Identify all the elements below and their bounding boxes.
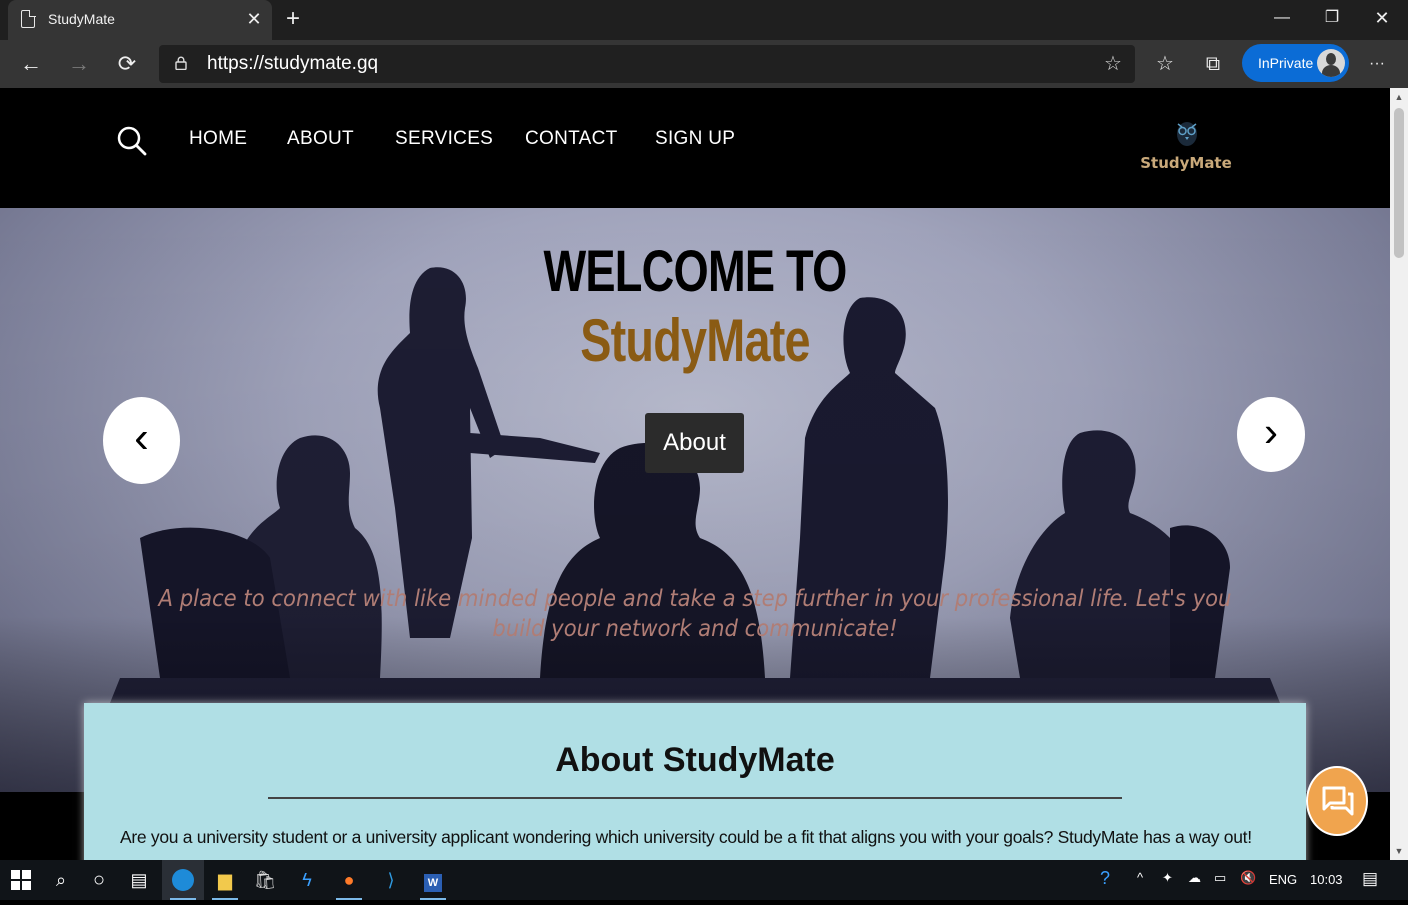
- forward-button[interactable]: →: [62, 48, 96, 80]
- browser-tab[interactable]: StudyMate ✕: [8, 0, 272, 40]
- page-icon: [21, 9, 36, 28]
- lock-icon[interactable]: [175, 56, 187, 70]
- help-tray-icon[interactable]: ?: [1100, 868, 1110, 889]
- vscode-icon[interactable]: ⟩: [370, 860, 412, 900]
- url-scheme: https://: [207, 53, 265, 74]
- more-menu-icon[interactable]: ···: [1360, 48, 1394, 80]
- refresh-button[interactable]: ⟳: [110, 48, 144, 80]
- new-tab-button[interactable]: +: [280, 6, 306, 32]
- chat-icon: [1322, 786, 1354, 816]
- about-heading: About StudyMate: [555, 741, 835, 779]
- search-icon[interactable]: [116, 125, 148, 157]
- nav-home[interactable]: HOME: [189, 128, 247, 150]
- carousel-prev-button[interactable]: ‹: [103, 397, 180, 484]
- address-bar[interactable]: https://studymate.gq ☆: [159, 45, 1135, 83]
- edge-taskbar-icon[interactable]: [162, 860, 204, 900]
- cortana-icon[interactable]: ○: [78, 860, 120, 900]
- store-icon[interactable]: 🛍: [244, 860, 286, 900]
- nav-about[interactable]: ABOUT: [287, 128, 354, 150]
- scroll-up-icon[interactable]: ▲: [1390, 88, 1408, 106]
- start-button[interactable]: [0, 860, 42, 900]
- site-logo[interactable]: StudyMate: [1140, 116, 1232, 176]
- nav-sign-up[interactable]: SIGN UP: [655, 128, 735, 150]
- browser-toolbar: ← → ⟳ https://studymate.gq ☆ ☆ ⧉ InPriva…: [0, 40, 1408, 88]
- logo-text: StudyMate: [1140, 154, 1232, 172]
- app-icon[interactable]: ϟ: [286, 860, 328, 900]
- windows-taskbar: ⌕ ○ ▤ ▆ 🛍 ϟ ● ⟩ W ? ^ ✦ ☁ ▭ 🔇 ENG 10:03 …: [0, 860, 1408, 900]
- about-divider: [268, 797, 1122, 799]
- dropbox-tray-icon[interactable]: ✦: [1162, 870, 1173, 886]
- site-navbar: HOME ABOUT SERVICES CONTACT SIGN UP Stud…: [0, 88, 1390, 208]
- edge-logo-icon: [172, 869, 194, 891]
- collections-icon[interactable]: ⧉: [1196, 48, 1230, 80]
- word-icon[interactable]: W: [412, 860, 454, 900]
- word-logo-icon: W: [424, 874, 442, 892]
- back-button[interactable]: ←: [14, 48, 48, 80]
- page-viewport: HOME ABOUT SERVICES CONTACT SIGN UP Stud…: [0, 88, 1390, 860]
- nav-services[interactable]: SERVICES: [395, 128, 493, 150]
- clock[interactable]: 10:03: [1310, 872, 1343, 887]
- avatar: [1317, 49, 1345, 77]
- scroll-down-icon[interactable]: ▼: [1390, 842, 1408, 860]
- show-hidden-icons[interactable]: ^: [1137, 870, 1143, 885]
- nav-contact[interactable]: CONTACT: [525, 128, 618, 150]
- tab-title: StudyMate: [48, 11, 115, 27]
- owl-logo-icon: [1177, 122, 1197, 146]
- add-favorite-icon[interactable]: ☆: [1101, 52, 1125, 76]
- file-explorer-icon[interactable]: ▆: [204, 860, 246, 900]
- inprivate-label: InPrivate: [1258, 55, 1314, 71]
- minimize-button[interactable]: —: [1258, 0, 1306, 36]
- close-window-button[interactable]: ✕: [1358, 0, 1406, 36]
- task-view-icon[interactable]: ▤: [118, 860, 160, 900]
- volume-muted-icon[interactable]: 🔇: [1240, 870, 1256, 886]
- windows-logo-icon: [11, 870, 31, 890]
- search-taskbar-icon[interactable]: ⌕: [40, 860, 82, 900]
- hero-title-welcome: WELCOME TO: [543, 239, 847, 304]
- hero-tagline: A place to connect with like minded peop…: [158, 586, 1232, 642]
- favorites-icon[interactable]: ☆: [1148, 48, 1182, 80]
- carousel-next-button[interactable]: ›: [1237, 397, 1305, 472]
- hero-about-button[interactable]: About: [645, 413, 744, 473]
- firefox-icon[interactable]: ●: [328, 860, 370, 900]
- scrollbar-thumb[interactable]: [1394, 108, 1404, 258]
- inprivate-profile-button[interactable]: InPrivate: [1242, 44, 1349, 82]
- restore-button[interactable]: ❐: [1308, 0, 1356, 36]
- chat-button[interactable]: [1306, 766, 1368, 836]
- page-scrollbar[interactable]: ▲ ▼: [1390, 88, 1408, 860]
- hero-title-brand: StudyMate: [580, 307, 810, 374]
- battery-icon[interactable]: ▭: [1214, 870, 1226, 886]
- about-text: Are you a university student or a univer…: [120, 827, 1252, 847]
- language-indicator[interactable]: ENG: [1269, 872, 1297, 887]
- browser-titlebar: StudyMate ✕ + — ❐ ✕: [0, 0, 1408, 40]
- url-domain: studymate.gq: [264, 53, 379, 74]
- notifications-icon[interactable]: ▤: [1362, 869, 1378, 889]
- about-section: About StudyMate Are you a university stu…: [84, 703, 1306, 860]
- url-text[interactable]: https://studymate.gq: [207, 53, 378, 75]
- cloud-tray-icon[interactable]: ☁: [1188, 870, 1201, 886]
- tab-close-icon[interactable]: ✕: [244, 9, 264, 29]
